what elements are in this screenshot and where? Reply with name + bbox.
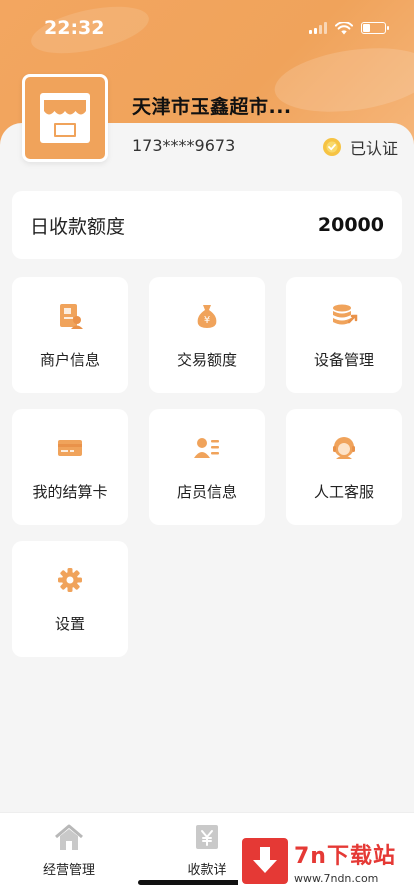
tile-merchant-info[interactable]: 商户信息 bbox=[12, 277, 128, 393]
merchant-info-icon bbox=[55, 301, 85, 331]
device-icon bbox=[329, 301, 359, 331]
watermark-text: 7n下载站 www.7ndn.com bbox=[294, 838, 396, 885]
verified-status: 已认证 bbox=[322, 135, 398, 159]
store-avatar bbox=[22, 74, 108, 162]
tile-label: 交易额度 bbox=[176, 350, 237, 369]
status-time: 22:32 bbox=[44, 17, 105, 39]
money-bag-icon: ¥ bbox=[192, 301, 222, 331]
status-bar: 22:32 bbox=[0, 0, 414, 56]
yen-icon bbox=[196, 824, 218, 849]
home-icon bbox=[55, 824, 83, 850]
merchant-name: 天津市玉鑫超市... bbox=[132, 96, 292, 118]
tile-label: 商户信息 bbox=[39, 350, 100, 369]
tile-customer-service[interactable]: 人工客服 bbox=[286, 409, 402, 525]
tile-label: 设置 bbox=[54, 614, 85, 633]
gear-icon bbox=[55, 565, 85, 595]
tile-label: 设备管理 bbox=[313, 350, 374, 369]
tile-transaction-quota[interactable]: ¥ 交易额度 bbox=[149, 277, 265, 393]
quota-value: 20000 bbox=[317, 214, 384, 236]
status-icons bbox=[309, 21, 389, 35]
tab-label: 收款详 bbox=[187, 862, 227, 878]
tile-label: 店员信息 bbox=[176, 482, 237, 501]
verified-label: 已认证 bbox=[349, 139, 398, 158]
download-arrow-icon bbox=[242, 838, 288, 884]
watermark-url: www.7ndn.com bbox=[294, 871, 379, 885]
battery-icon bbox=[361, 22, 389, 34]
watermark-title: 7n下载站 bbox=[294, 843, 396, 869]
daily-quota-card: 日收款额度 20000 bbox=[12, 191, 402, 259]
tile-settings[interactable]: 设置 bbox=[12, 541, 128, 657]
merchant-phone: 173****9673 bbox=[132, 136, 236, 155]
tile-label: 我的结算卡 bbox=[32, 482, 108, 501]
staff-icon bbox=[192, 433, 222, 463]
watermark: 7n下载站 www.7ndn.com bbox=[238, 826, 414, 896]
tile-settlement-card[interactable]: 我的结算卡 bbox=[12, 409, 128, 525]
quota-label: 日收款额度 bbox=[30, 215, 126, 238]
card-icon bbox=[55, 433, 85, 463]
tab-business-management[interactable]: 经营管理 bbox=[0, 813, 138, 887]
tab-label: 经营管理 bbox=[42, 862, 95, 878]
wifi-icon bbox=[335, 21, 353, 34]
support-icon bbox=[329, 433, 359, 463]
store-icon bbox=[40, 93, 90, 143]
svg-text:¥: ¥ bbox=[204, 315, 210, 326]
tile-device-management[interactable]: 设备管理 bbox=[286, 277, 402, 393]
tile-label: 人工客服 bbox=[313, 482, 374, 501]
signal-icon bbox=[309, 22, 327, 34]
tile-staff-info[interactable]: 店员信息 bbox=[149, 409, 265, 525]
verified-badge-icon bbox=[322, 138, 341, 156]
